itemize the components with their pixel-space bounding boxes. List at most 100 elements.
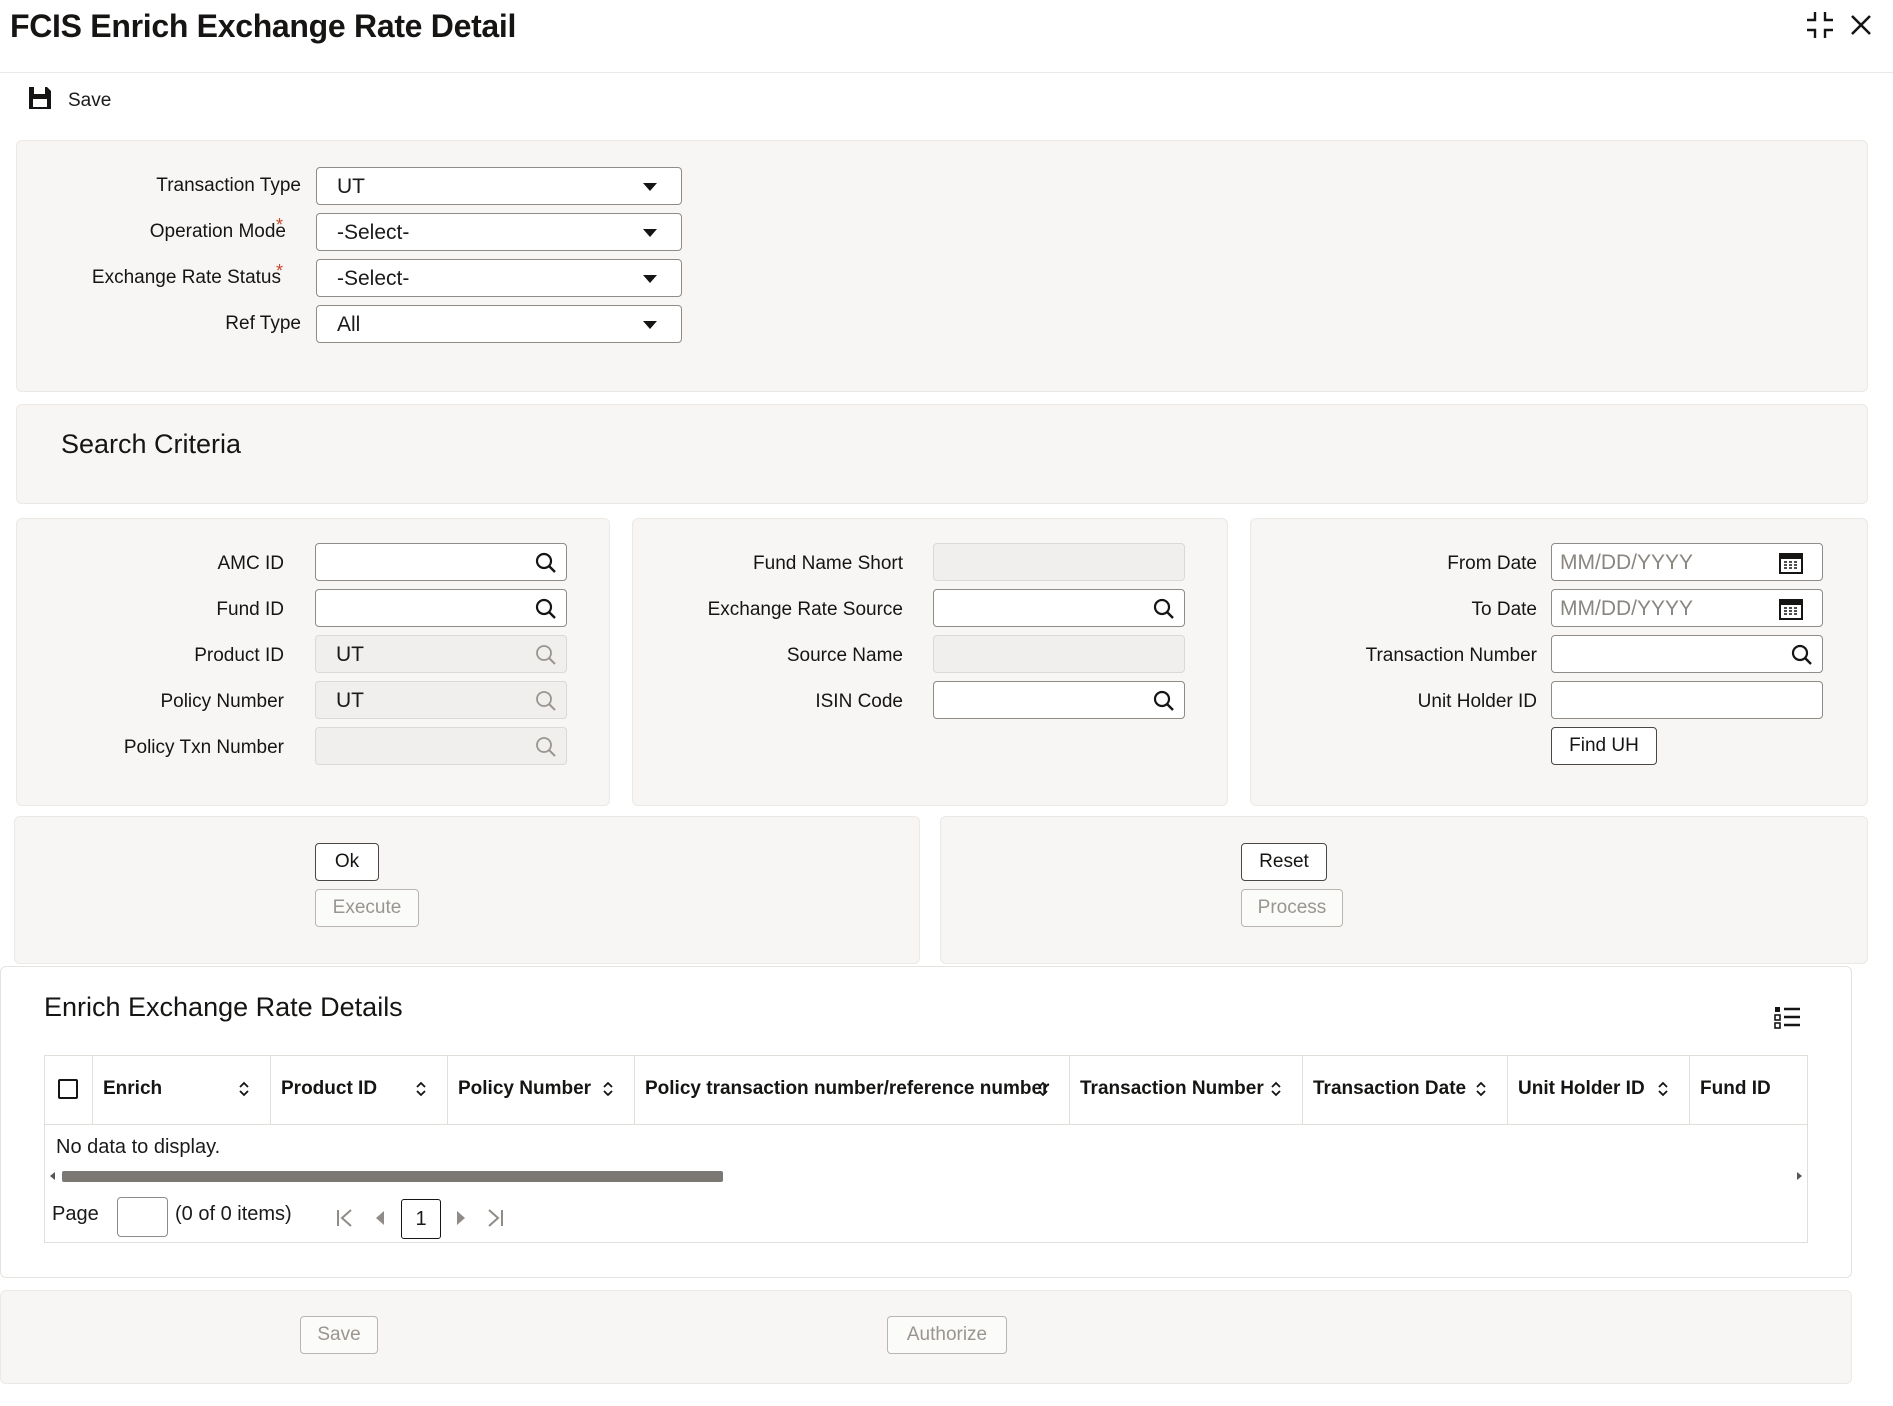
policy-txn-number-label: Policy Txn Number <box>123 737 284 758</box>
to-date-label: To Date <box>1471 599 1537 620</box>
ref-type-label: Ref Type <box>225 313 301 334</box>
fund-id-label: Fund ID <box>216 599 284 620</box>
to-date-input[interactable]: MM/DD/YYYY <box>1551 589 1823 627</box>
sort-icon[interactable] <box>602 1080 614 1104</box>
empty-message: No data to display. <box>56 1136 221 1158</box>
page-title: FCIS Enrich Exchange Rate Detail <box>10 8 517 44</box>
toolbar: Save <box>26 84 111 118</box>
footer-save-button[interactable]: Save <box>300 1316 378 1354</box>
source-name-label: Source Name <box>786 645 903 666</box>
reset-button[interactable]: Reset <box>1241 843 1327 881</box>
search-icon[interactable] <box>1152 597 1176 627</box>
operation-mode-label: Operation Mode <box>149 221 286 242</box>
search-criteria-panel-middle: Fund Name Short Exchange Rate Source Sou… <box>632 518 1228 806</box>
sort-icon[interactable] <box>1657 1080 1669 1104</box>
last-page-icon[interactable] <box>485 1208 505 1233</box>
transaction-type-label: Transaction Type <box>156 175 301 196</box>
column-header-transaction-number[interactable]: Transaction Number <box>1070 1056 1303 1124</box>
column-header-transaction-date[interactable]: Transaction Date <box>1303 1056 1508 1124</box>
exchange-rate-status-label: Exchange Rate Status <box>91 267 281 288</box>
search-icon[interactable] <box>1152 689 1176 719</box>
chevron-down-icon <box>643 275 657 283</box>
exchange-rate-source-label: Exchange Rate Source <box>707 599 903 620</box>
scroll-right-icon[interactable] <box>1797 1172 1802 1180</box>
current-page[interactable]: 1 <box>401 1199 441 1239</box>
amc-id-input[interactable] <box>315 543 567 581</box>
ok-button[interactable]: Ok <box>315 843 379 881</box>
policy-txn-number-input <box>315 727 567 765</box>
select-all-column <box>45 1056 93 1124</box>
chevron-down-icon <box>643 229 657 237</box>
previous-page-icon[interactable] <box>376 1211 384 1225</box>
chevron-down-icon <box>643 321 657 329</box>
exchange-rate-source-input[interactable] <box>933 589 1185 627</box>
horizontal-scrollbar-thumb[interactable] <box>62 1171 723 1182</box>
page-number-input[interactable] <box>117 1197 168 1237</box>
column-header-policy-number[interactable]: Policy Number <box>448 1056 635 1124</box>
search-icon[interactable] <box>534 597 558 627</box>
execute-button[interactable]: Execute <box>315 889 419 927</box>
next-page-icon[interactable] <box>457 1211 465 1225</box>
chevron-down-icon <box>643 183 657 191</box>
sort-icon[interactable] <box>238 1080 250 1104</box>
column-chooser-icon[interactable] <box>1774 1004 1802 1037</box>
minimize-icon[interactable] <box>1805 10 1835 40</box>
search-icon <box>534 643 558 673</box>
isin-code-label: ISIN Code <box>815 691 903 712</box>
sort-icon[interactable] <box>1475 1080 1487 1104</box>
sort-icon[interactable] <box>1037 1080 1049 1104</box>
first-page-icon[interactable] <box>335 1208 355 1233</box>
search-icon <box>534 689 558 719</box>
product-id-input: UT <box>315 635 567 673</box>
amc-id-label: AMC ID <box>217 553 285 574</box>
sort-icon[interactable] <box>415 1080 427 1104</box>
scroll-left-icon[interactable] <box>50 1172 55 1180</box>
isin-code-input[interactable] <box>933 681 1185 719</box>
policy-number-input: UT <box>315 681 567 719</box>
save-icon[interactable] <box>26 84 54 118</box>
column-header-fund-id[interactable]: Fund ID <box>1690 1056 1809 1124</box>
search-icon[interactable] <box>534 551 558 581</box>
column-header-unit-holder-id[interactable]: Unit Holder ID <box>1508 1056 1690 1124</box>
transaction-number-label: Transaction Number <box>1365 645 1537 666</box>
fund-name-short-label: Fund Name Short <box>753 553 903 574</box>
search-icon[interactable] <box>1790 643 1814 673</box>
calendar-icon[interactable] <box>1778 597 1804 627</box>
transaction-number-input[interactable] <box>1551 635 1823 673</box>
from-date-label: From Date <box>1447 553 1537 574</box>
required-marker: * <box>276 215 284 235</box>
source-name-input <box>933 635 1185 673</box>
calendar-icon[interactable] <box>1778 551 1804 581</box>
header-divider <box>45 1124 1807 1125</box>
from-date-input[interactable]: MM/DD/YYYY <box>1551 543 1823 581</box>
action-panel-left: Ok Execute <box>14 816 920 964</box>
fund-name-short-input <box>933 543 1185 581</box>
fund-id-input[interactable] <box>315 589 567 627</box>
details-table: Enrich Product ID Policy Number Policy t… <box>44 1055 1808 1243</box>
column-header-enrich[interactable]: Enrich <box>93 1056 271 1124</box>
details-title: Enrich Exchange Rate Details <box>44 992 403 1022</box>
column-header-product-id[interactable]: Product ID <box>271 1056 448 1124</box>
sort-icon[interactable] <box>1270 1080 1282 1104</box>
column-header-policy-transaction-number[interactable]: Policy transaction number/reference numb… <box>635 1056 1070 1124</box>
action-panel-right: Reset Process <box>940 816 1868 964</box>
find-uh-button[interactable]: Find UH <box>1551 727 1657 765</box>
exchange-rate-status-select[interactable]: -Select- <box>316 259 682 297</box>
select-all-checkbox[interactable] <box>58 1079 78 1099</box>
header-divider <box>0 72 1893 73</box>
operation-mode-select[interactable]: -Select- <box>316 213 682 251</box>
authorize-button[interactable]: Authorize <box>887 1316 1007 1354</box>
required-marker: * <box>276 261 284 281</box>
items-count: (0 of 0 items) <box>175 1203 292 1225</box>
process-button[interactable]: Process <box>1241 889 1343 927</box>
unit-holder-id-label: Unit Holder ID <box>1417 691 1537 712</box>
unit-holder-id-input[interactable] <box>1551 681 1823 719</box>
search-criteria-header-panel: Search Criteria <box>16 404 1868 504</box>
close-icon[interactable] <box>1849 13 1873 37</box>
search-criteria-panel-left: AMC ID Fund ID Product ID UT Policy Numb… <box>16 518 610 806</box>
toolbar-save-button[interactable]: Save <box>68 90 111 112</box>
ref-type-select[interactable]: All <box>316 305 682 343</box>
transaction-type-select[interactable]: UT <box>316 167 682 205</box>
policy-number-label: Policy Number <box>160 691 284 712</box>
window-controls <box>1805 10 1873 40</box>
